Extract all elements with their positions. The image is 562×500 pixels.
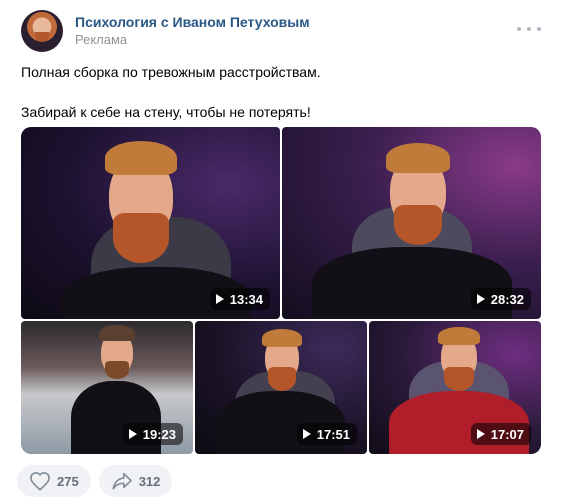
share-count: 312 xyxy=(138,473,161,489)
beard-shape xyxy=(105,361,129,379)
video-thumbnail[interactable]: 28:32 xyxy=(282,127,541,319)
author-name-link[interactable]: Психология с Иваном Петуховым xyxy=(75,14,310,30)
post-text-line: Забирай к себе на стену, чтобы не потеря… xyxy=(21,104,311,120)
duration-badge: 19:23 xyxy=(122,423,183,445)
duration-badge: 17:51 xyxy=(296,423,357,445)
post-actions: 275 312 xyxy=(17,465,173,497)
play-icon xyxy=(476,294,485,304)
hair-shape xyxy=(386,143,450,173)
beard-shape xyxy=(394,205,442,245)
post-text: Полная сборка по тревожным расстройствам… xyxy=(21,62,541,122)
beard-shape xyxy=(444,367,474,391)
share-icon xyxy=(112,472,132,490)
video-thumbnail[interactable]: 13:34 xyxy=(21,127,280,319)
video-gallery: 13:34 28:32 19:23 17:51 17:07 xyxy=(21,127,541,454)
like-count: 275 xyxy=(57,473,79,489)
post-text-line: Полная сборка по тревожным расстройствам… xyxy=(21,64,321,80)
more-dots-icon[interactable] xyxy=(517,22,541,36)
duration-text: 19:23 xyxy=(142,426,176,442)
play-icon xyxy=(128,429,137,439)
like-button[interactable]: 275 xyxy=(17,465,91,497)
duration-text: 28:32 xyxy=(490,291,524,307)
hair-shape xyxy=(438,327,480,345)
ad-label: Реклама xyxy=(75,32,128,47)
share-button[interactable]: 312 xyxy=(98,465,173,497)
duration-text: 17:51 xyxy=(316,426,350,442)
hair-shape xyxy=(105,141,177,175)
duration-badge: 28:32 xyxy=(470,288,531,310)
video-thumbnail[interactable]: 17:51 xyxy=(195,321,367,454)
duration-text: 13:34 xyxy=(229,291,263,307)
video-thumbnail[interactable]: 19:23 xyxy=(21,321,193,454)
beard-shape xyxy=(268,367,296,391)
video-thumbnail[interactable]: 17:07 xyxy=(369,321,541,454)
beard-shape xyxy=(113,213,169,263)
play-icon xyxy=(302,429,311,439)
heart-icon xyxy=(30,472,50,491)
play-icon xyxy=(215,294,224,304)
play-icon xyxy=(476,429,485,439)
duration-badge: 17:07 xyxy=(470,423,531,445)
duration-badge: 13:34 xyxy=(209,288,270,310)
duration-text: 17:07 xyxy=(490,426,524,442)
hair-shape xyxy=(99,325,135,341)
hair-shape xyxy=(262,329,302,347)
post-header: Психология с Иваном Петуховым Реклама xyxy=(21,10,541,52)
author-avatar[interactable] xyxy=(21,10,63,52)
